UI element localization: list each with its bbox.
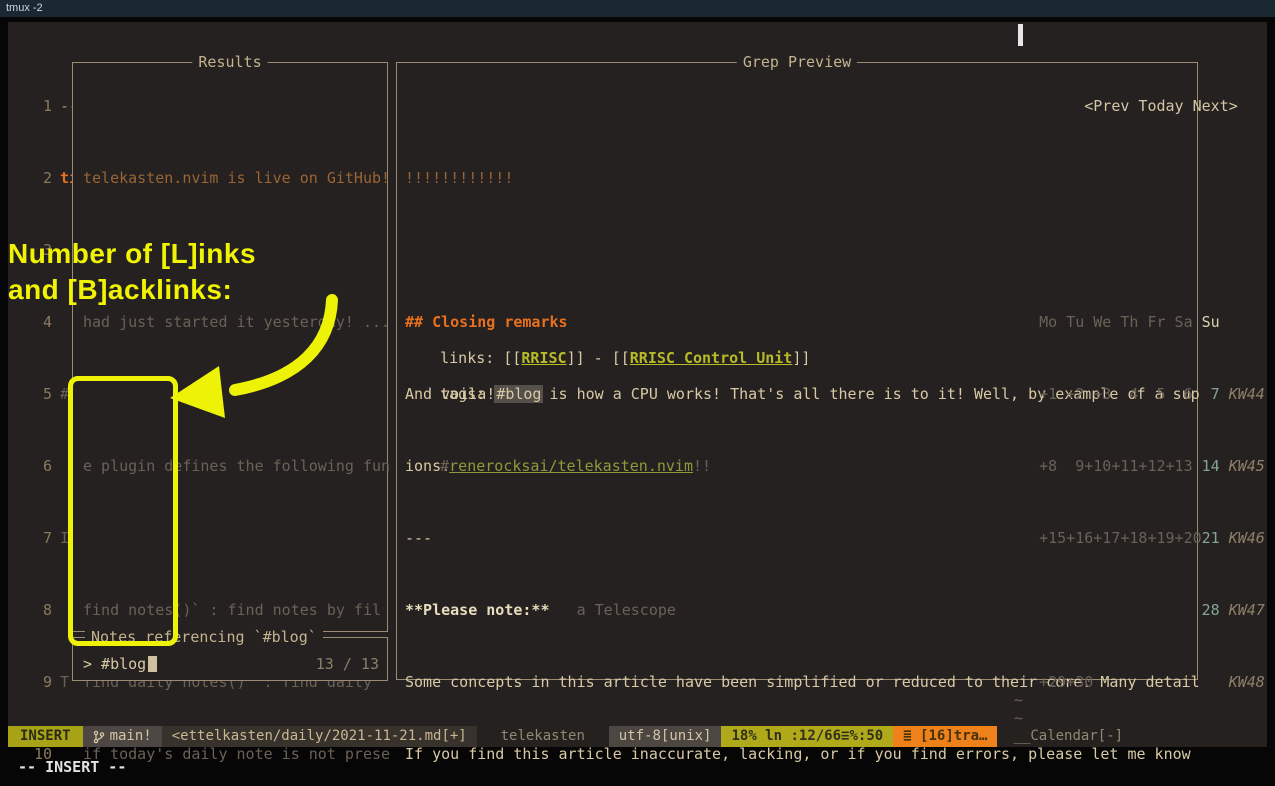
line-number: 7 <box>8 529 52 547</box>
calendar-sunday: 7 <box>1202 385 1220 403</box>
repo-suffix: !! <box>693 457 711 475</box>
results-window-title: Results <box>192 53 267 71</box>
calendar-days: +15+16+17+18+19+20 <box>1012 529 1202 547</box>
calendar-week-number: KW46 <box>1229 529 1265 547</box>
line-number: 9 <box>8 673 52 691</box>
branch-name: main! <box>110 726 152 747</box>
line-number: 5 <box>8 385 52 403</box>
links-close: ]] <box>792 349 810 367</box>
calendar-days <box>1012 601 1202 619</box>
annotation-text-line1: Number of [L]inks <box>8 238 256 270</box>
calendar-days: Mo Tu We Th Fr Sa <box>1012 313 1202 331</box>
line-number: 2 <box>8 169 52 187</box>
calendar-days: +1 +2 +3 4 5 6 <box>1012 385 1202 403</box>
calendar-row[interactable]: +29+30 KW48 <box>1012 673 1272 691</box>
calendar-week-number: KW48 <box>1229 673 1265 691</box>
calendar-row[interactable]: Mo Tu We Th Fr Sa Su <box>1012 313 1272 331</box>
calendar-row[interactable]: +1 +2 +3 4 5 6 7 KW44 <box>1012 385 1272 403</box>
buffer-text-fragment: T <box>60 673 69 691</box>
position-segment: 18% ln :12/66≡%:50 <box>721 726 893 747</box>
calendar-days: +29+30 <box>1012 673 1202 691</box>
match-count: 13 / 13 <box>316 655 379 673</box>
preview-text: **Please note:** <box>405 601 550 619</box>
links-label: links: [[ <box>440 349 521 367</box>
text-cursor <box>148 656 157 672</box>
line-number: 4 <box>8 313 52 331</box>
calendar-sunday: 21 <box>1202 529 1220 547</box>
preview-bleed-text: a Telescope <box>550 601 676 619</box>
calendar-row[interactable] <box>1012 745 1272 763</box>
tags-label: tags: <box>440 385 494 403</box>
result-row[interactable]: telekasten.nvim is live on GitHub! <box>83 169 383 187</box>
calendar-days: +8 9+10+11+12+13 <box>1012 457 1202 475</box>
line-number: 6 <box>8 457 52 475</box>
encoding-segment: utf-8[unix] <box>609 726 722 747</box>
calendar-sunday: Su <box>1202 313 1220 331</box>
screen: tmux -2 1--- 2title: Sunday, November 21… <box>0 0 1275 786</box>
calendar-week-number: KW47 <box>1229 601 1265 619</box>
calendar-row[interactable] <box>1012 169 1272 187</box>
buffer-indicator-segment: ≣ [16]tra… <box>893 726 997 747</box>
calendar-panel: <Prev Today Next> Mo Tu We Th Fr Sa Su +… <box>1012 25 1272 786</box>
statusline: INSERT main! <ettelkasten/daily/2021-11-… <box>8 726 1267 747</box>
calendar-week-number: KW44 <box>1229 385 1265 403</box>
result-entry-text: telekasten.nvim is live on GitHub! <box>83 169 390 187</box>
tags-line: tags: #blog <box>404 367 543 421</box>
calendar-week-number: KW45 <box>1229 457 1265 475</box>
repo-prefix: # <box>440 457 449 475</box>
calendar-sunday: 28 <box>1202 601 1220 619</box>
wiki-link-rrisc-control-unit[interactable]: RRISC Control Unit <box>630 349 793 367</box>
scrollbar-thumb[interactable] <box>1018 24 1023 46</box>
calendar-row[interactable]: <Prev Today Next> <box>1012 97 1272 115</box>
calendar-days: <Prev Today Next> <box>1012 97 1238 115</box>
calendar-row[interactable]: 28 KW47 <box>1012 601 1272 619</box>
calendar-row[interactable]: +8 9+10+11+12+13 14 KW45 <box>1012 457 1272 475</box>
search-input[interactable]: > #blog <box>83 655 146 673</box>
command-line-mode: -- INSERT -- <box>18 758 126 776</box>
filetype-segment: telekasten <box>477 726 609 747</box>
git-branch-icon <box>93 730 105 744</box>
repo-line: #renerocksai/telekasten.nvim!! <box>404 439 711 493</box>
calendar-row[interactable] <box>1012 241 1272 259</box>
empty-line-tilde: ~ <box>1014 691 1023 709</box>
empty-line-tilde: ~ <box>1014 709 1023 727</box>
calendar-buffer-label: __Calendar[-] <box>997 726 1267 747</box>
tag-chip[interactable]: #blog <box>494 385 543 403</box>
mode-indicator: INSERT <box>8 726 83 747</box>
line-number: 8 <box>8 601 52 619</box>
result-entry-text: if today's daily note is not prese <box>83 745 390 763</box>
git-branch-segment: main! <box>83 726 162 747</box>
tmux-title: tmux -2 <box>6 2 43 14</box>
filename-segment: <ettelkasten/daily/2021-11-21.md[+] <box>162 726 477 747</box>
calendar-row[interactable]: +15+16+17+18+19+2021 KW46 <box>1012 529 1272 547</box>
links-separator: ]] - [[ <box>567 349 630 367</box>
tmux-titlebar: tmux -2 <box>0 0 1275 17</box>
preview-text: ## Closing remarks <box>405 313 568 331</box>
calendar-sunday <box>1202 673 1220 691</box>
preview-text: --- <box>405 529 432 547</box>
calendar-sunday: 14 <box>1202 457 1220 475</box>
wiki-link-rrisc[interactable]: RRISC <box>521 349 566 367</box>
result-row[interactable]: if today's daily note is not prese <box>83 745 383 763</box>
repo-link[interactable]: renerocksai/telekasten.nvim <box>449 457 693 475</box>
preview-text: !!!!!!!!!!!! <box>405 169 513 187</box>
line-number: 1 <box>8 97 52 115</box>
preview-window-title: Grep Preview <box>737 53 857 71</box>
annotation-arrow <box>150 280 370 440</box>
